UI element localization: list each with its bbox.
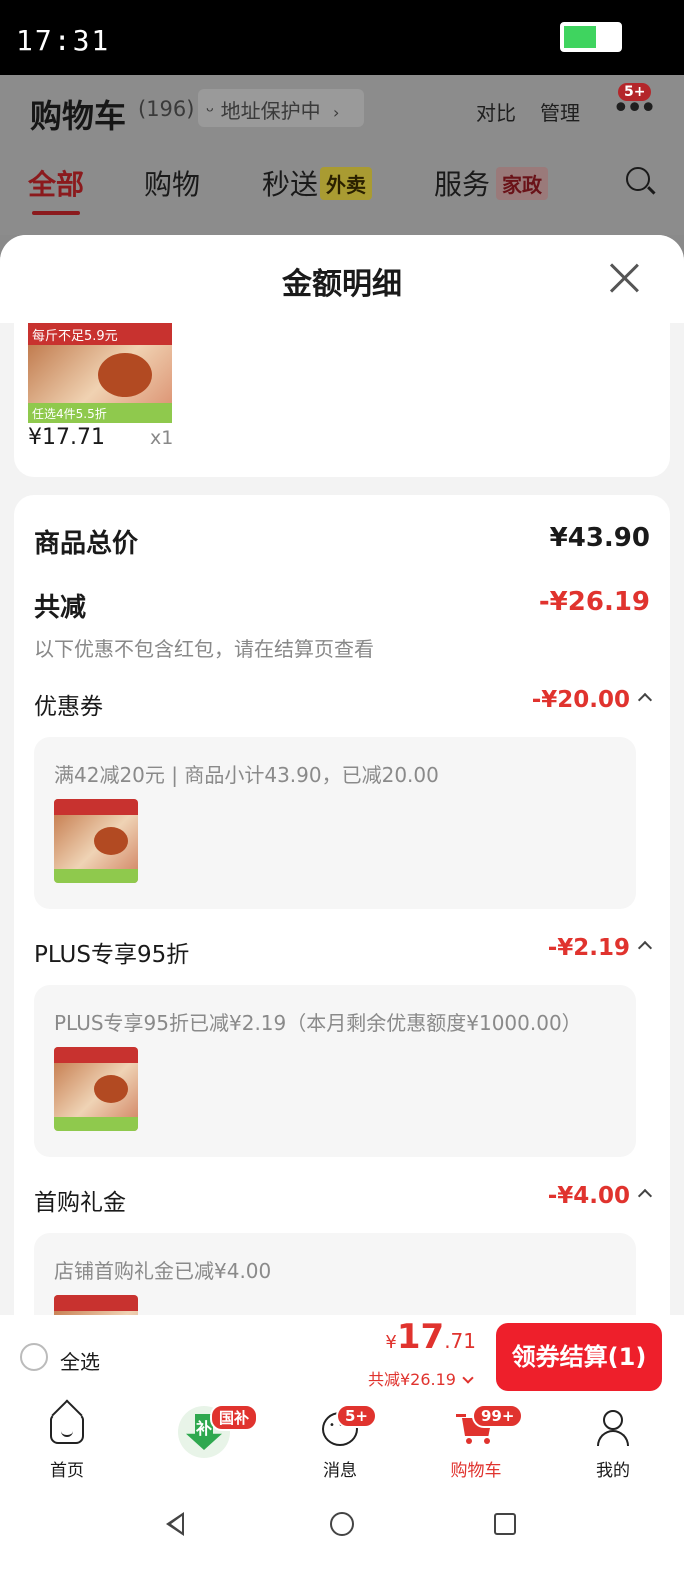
reduce-summary-toggle[interactable]: 共减¥26.19	[368, 1366, 474, 1390]
nav-subsidy[interactable]: 补 国补	[142, 1400, 262, 1490]
price-decimal: .71	[444, 1329, 476, 1353]
coupon-detail-text: 满42减20元 | 商品小计43.90，已减20.00	[54, 763, 439, 787]
coupon-label: 优惠券	[34, 694, 103, 720]
page-title: 购物车	[30, 97, 127, 135]
manage-button[interactable]: 管理	[540, 97, 580, 126]
coupon-value: -¥20.00	[531, 687, 630, 713]
tab-service[interactable]: 服务	[434, 163, 490, 203]
plus-product-thumbnail[interactable]	[54, 1047, 138, 1131]
chevron-right-icon: ›	[333, 103, 340, 122]
select-all-checkbox[interactable]	[20, 1343, 48, 1371]
total-label: 商品总价	[34, 529, 139, 559]
product-thumbnail[interactable]: 每斤不足5.9元 任选4件5.5折	[28, 323, 172, 423]
user-icon	[597, 1410, 629, 1446]
first-gift-detail-box: 店铺首购礼金已减¥4.00	[34, 1233, 636, 1315]
search-icon[interactable]	[626, 167, 650, 191]
status-bar: 17:31	[0, 0, 684, 75]
address-protection-chip[interactable]: ᵕ 地址保护中 ›	[198, 89, 364, 127]
plus-detail-box: PLUS专享95折已减¥2.19（本月剩余优惠额度¥1000.00）	[34, 985, 636, 1157]
recent-apps-icon[interactable]	[494, 1513, 516, 1535]
compare-button[interactable]: 对比	[476, 97, 516, 126]
tab-all[interactable]: 全部	[28, 163, 84, 215]
nav-home-label: 首页	[50, 1461, 84, 1481]
checkout-button[interactable]: 领券结算(1)	[496, 1323, 662, 1391]
tab-instant[interactable]: 秒送	[262, 163, 318, 203]
sheet-title: 金额明细	[282, 267, 402, 302]
plus-value: -¥2.19	[547, 935, 630, 961]
price-detail-card: 商品总价 ¥43.90 共减 -¥26.19 以下优惠不包含红包，请在结算页查看…	[14, 495, 670, 1315]
close-icon[interactable]	[606, 259, 642, 295]
sheet-header: 金额明细	[0, 235, 684, 323]
first-gift-value: -¥4.00	[547, 1183, 630, 1209]
reduce-value: -¥26.19	[538, 587, 650, 617]
total-value: ¥43.90	[549, 523, 650, 553]
reduce-summary: 共减¥26.19	[368, 1370, 456, 1389]
product-price: ¥17.71	[28, 425, 105, 450]
thumb-promo-text: 每斤不足5.9元	[28, 323, 172, 345]
status-time: 17:31	[16, 24, 111, 57]
total-price: ¥17.71	[385, 1317, 476, 1357]
nav-cart[interactable]: 99+ 购物车	[416, 1400, 536, 1490]
price-integer: 17	[396, 1317, 445, 1357]
tab-shopping[interactable]: 购物	[144, 163, 200, 203]
coupon-product-thumbnail[interactable]	[54, 799, 138, 883]
discount-note: 以下优惠不包含红包，请在结算页查看	[34, 637, 374, 661]
nav-messages[interactable]: 5+ 消息	[280, 1400, 400, 1490]
nav-cart-label: 购物车	[450, 1461, 502, 1481]
cart-tabs: 全部 购物 秒送 外卖 服务 家政	[0, 163, 684, 215]
cart-page-backdrop: 购物车 (196) ᵕ 地址保护中 › 对比 管理 ••• 5+ 全部 购物 秒…	[0, 75, 684, 235]
reduce-label: 共减	[34, 593, 87, 623]
more-badge: 5+	[618, 83, 652, 101]
select-all-label[interactable]: 全选	[60, 1346, 100, 1375]
first-gift-detail-text: 店铺首购礼金已减¥4.00	[54, 1259, 272, 1283]
amount-detail-sheet: 金额明细 每斤不足5.9元 任选4件5.5折 ¥17.71 x1 商品总价 ¥4…	[0, 235, 684, 1315]
plus-row-toggle[interactable]: -¥2.19	[547, 935, 653, 961]
thumb-discount-text: 任选4件5.5折	[28, 403, 172, 423]
coupon-row-toggle[interactable]: -¥20.00	[531, 687, 653, 713]
back-icon[interactable]	[166, 1512, 184, 1536]
cart-count: (196)	[138, 97, 195, 121]
address-chip-label: 地址保护中	[220, 99, 321, 123]
chevron-up-icon	[637, 940, 653, 956]
nav-mine[interactable]: 我的	[553, 1400, 673, 1490]
plus-label: PLUS专享95折	[34, 942, 190, 968]
system-nav-bar	[0, 1490, 684, 1596]
home-icon	[50, 1414, 84, 1444]
shield-icon: ᵕ	[206, 99, 215, 123]
subsidy-badge: 国补	[210, 1404, 259, 1431]
chevron-up-icon	[637, 1188, 653, 1204]
coupon-detail-box: 满42减20元 | 商品小计43.90，已减20.00	[34, 737, 636, 909]
bottom-nav: 首页 补 国补 5+ 消息 99+ 购物车 我的	[0, 1400, 684, 1490]
plus-detail-text: PLUS专享95折已减¥2.19（本月剩余优惠额度¥1000.00）	[54, 1011, 582, 1035]
battery-icon	[560, 22, 622, 52]
chevron-up-icon	[637, 692, 653, 708]
product-qty: x1	[150, 427, 174, 449]
home-circle-icon[interactable]	[330, 1512, 354, 1536]
chevron-down-icon	[462, 1372, 474, 1384]
takeout-tag: 外卖	[320, 167, 372, 200]
nav-mine-label: 我的	[596, 1461, 630, 1481]
nav-home[interactable]: 首页	[7, 1400, 127, 1490]
first-gift-row-toggle[interactable]: -¥4.00	[547, 1183, 653, 1209]
first-gift-label: 首购礼金	[34, 1190, 126, 1216]
first-gift-product-thumbnail[interactable]	[54, 1295, 138, 1315]
cart-badge: 99+	[472, 1404, 524, 1428]
nav-messages-label: 消息	[323, 1461, 357, 1481]
checkout-bar: 全选 ¥17.71 共减¥26.19 领券结算(1)	[0, 1315, 684, 1400]
messages-badge: 5+	[336, 1404, 378, 1428]
housekeeping-tag: 家政	[496, 167, 548, 200]
product-card: 每斤不足5.9元 任选4件5.5折 ¥17.71 x1	[14, 323, 670, 477]
currency-symbol: ¥	[385, 1332, 397, 1353]
